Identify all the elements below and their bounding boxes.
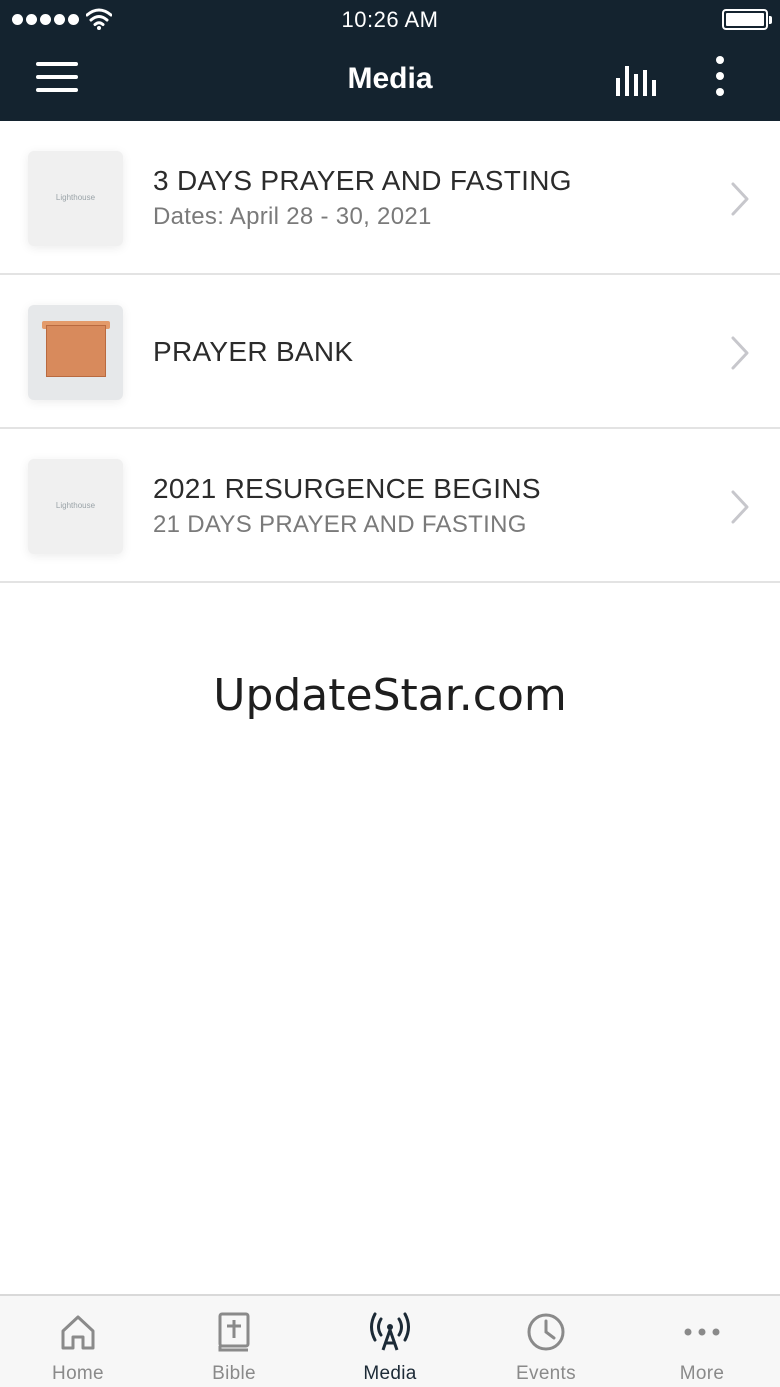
tab-label: Media	[363, 1363, 417, 1384]
logo-text: Lighthouse	[55, 501, 96, 510]
watermark-text: UpdateStar.com	[213, 670, 567, 721]
bible-icon	[218, 1312, 250, 1352]
item-title: 2021 RESURGENCE BEGINS	[153, 473, 541, 504]
list-item[interactable]: Lighthouse 2021 RESURGENCE BEGINS 21 DAY…	[0, 429, 780, 583]
tab-label: Home	[52, 1363, 104, 1384]
tab-media[interactable]: Media	[312, 1296, 468, 1387]
tab-more[interactable]: More	[624, 1296, 780, 1387]
item-title: 3 DAYS PRAYER AND FASTING	[153, 165, 572, 196]
tab-bible[interactable]: Bible	[156, 1296, 312, 1387]
media-list: Lighthouse 3 DAYS PRAYER AND FASTING Dat…	[0, 121, 780, 583]
chevron-right-icon	[731, 182, 749, 216]
app-header: 10:26 AM Media	[0, 0, 780, 121]
tab-label: Events	[516, 1363, 576, 1384]
tab-events[interactable]: Events	[468, 1296, 624, 1387]
more-vertical-icon[interactable]	[705, 56, 735, 104]
status-bar: 10:26 AM	[0, 0, 780, 40]
tab-home[interactable]: Home	[0, 1296, 156, 1387]
item-title: PRAYER BANK	[153, 336, 354, 367]
tab-bar: Home Bible Media Events More	[0, 1294, 780, 1387]
list-item[interactable]: PRAYER BANK	[0, 275, 780, 429]
page-title: Media	[347, 62, 433, 95]
battery-icon	[722, 9, 772, 30]
home-icon	[61, 1315, 95, 1350]
item-subtitle: Dates: April 28 - 30, 2021	[153, 203, 432, 230]
lighthouse-logo-thumbnail: Lighthouse	[28, 151, 123, 246]
chevron-right-icon	[731, 336, 749, 370]
tab-label: More	[679, 1363, 725, 1384]
nav-bar: Media	[0, 40, 780, 121]
clock-icon	[527, 1313, 565, 1351]
lighthouse-logo-thumbnail: Lighthouse	[28, 459, 123, 554]
wooden-box-thumbnail	[28, 305, 123, 400]
audio-bars-icon[interactable]	[612, 60, 662, 100]
broadcast-icon	[370, 1312, 410, 1351]
more-horizontal-icon	[684, 1328, 720, 1336]
list-item[interactable]: Lighthouse 3 DAYS PRAYER AND FASTING Dat…	[0, 121, 780, 275]
status-time: 10:26 AM	[341, 7, 439, 32]
chevron-right-icon	[731, 490, 749, 524]
item-subtitle: 21 DAYS PRAYER AND FASTING	[153, 511, 527, 538]
logo-text: Lighthouse	[55, 193, 96, 202]
tab-label: Bible	[212, 1363, 256, 1384]
